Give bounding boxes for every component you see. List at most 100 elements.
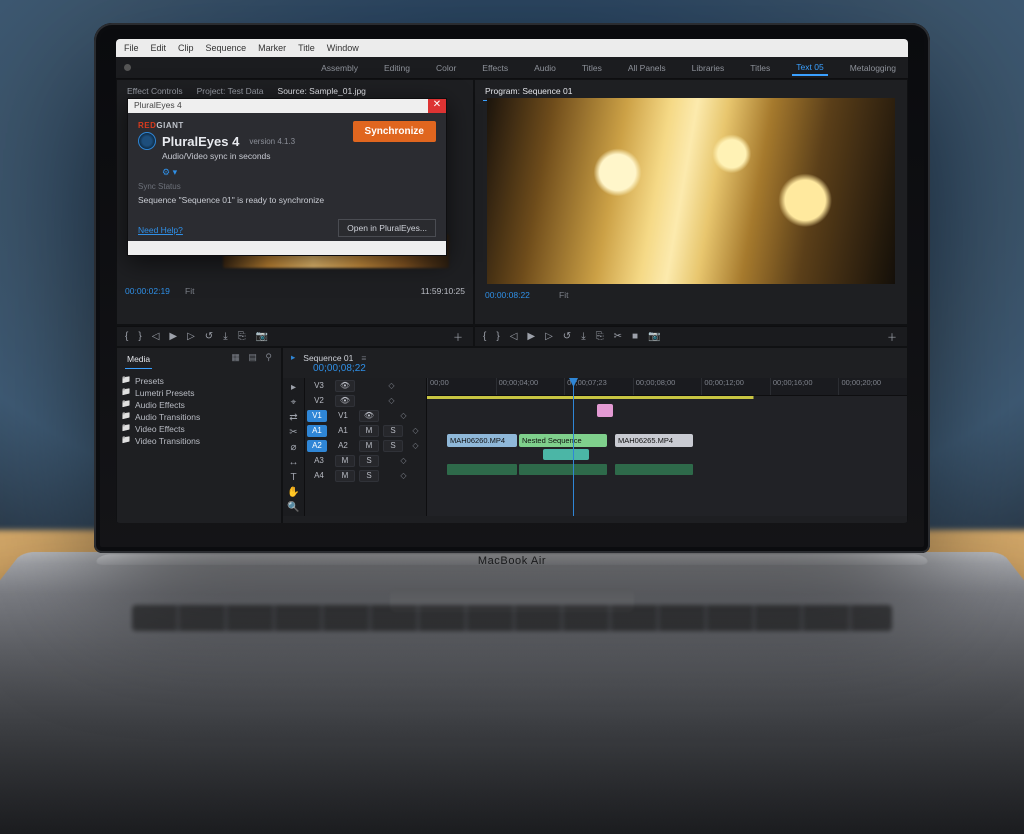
source-fit-label[interactable]: Fit [185,286,194,296]
ws-text05[interactable]: Text 05 [792,60,827,76]
clip-v1-a[interactable]: MAH06260.MP4 [447,434,517,447]
track-select-icon[interactable]: ⌖ [291,397,297,408]
ws-editing[interactable]: Editing [380,61,414,75]
folder-audio-effects[interactable]: Audio Effects [125,399,273,411]
ws-audio[interactable]: Audio [530,61,560,75]
track-row[interactable]: A4MS◇ [305,468,426,483]
play-icon[interactable]: ▶ [169,331,179,342]
tab-media[interactable]: Media [125,352,152,369]
razor-tool-icon[interactable]: ✂ [289,427,297,438]
ws-titles[interactable]: Titles [578,61,606,75]
project-view-icons[interactable]: ▦ ▤ ⚲ [231,352,275,363]
loop-icon[interactable]: ↺ [205,331,215,342]
track-row[interactable]: A3MS◇ [305,453,426,468]
stop-icon[interactable]: ■ [632,331,640,342]
ws-libraries[interactable]: Libraries [688,61,729,75]
add-button-icon[interactable]: ＋ [887,329,899,344]
track-row[interactable]: V3👁◇ [305,378,426,393]
mark-in-icon[interactable]: { [483,331,488,342]
clip-a1[interactable] [447,464,517,475]
step-fwd-icon[interactable]: ▷ [545,331,555,342]
clip-v1-c[interactable]: MAH06265.MP4 [615,434,693,447]
step-back-icon[interactable]: ◁ [152,331,162,342]
mark-out-icon[interactable]: } [496,331,501,342]
slip-tool-icon[interactable]: ⌀ [290,442,296,453]
ws-titles2[interactable]: Titles [746,61,774,75]
synchronize-button[interactable]: Synchronize [353,121,436,142]
work-area-bar[interactable] [427,396,907,399]
export-frame-icon[interactable]: 📷 [648,331,662,342]
mark-in-icon[interactable]: { [125,331,130,342]
lift-icon[interactable]: ⤓ [581,331,587,342]
track-row[interactable]: V2👁◇ [305,393,426,408]
help-link[interactable]: Need Help? [138,225,183,235]
folder-lumetri[interactable]: Lumetri Presets [125,387,273,399]
program-panel: Program: Sequence 01 00:00:08:22 Fit [474,79,908,325]
clip-nested[interactable] [543,449,589,460]
gear-icon[interactable]: ⚙ ▾ [162,167,436,178]
timeline-canvas[interactable]: 00;00 00;00;04;00 00;00;07;23 00;00;08;0… [427,378,907,516]
play-icon[interactable]: ▶ [527,331,537,342]
mark-out-icon[interactable]: } [138,331,143,342]
menu-marker[interactable]: Marker [258,43,286,53]
ws-assembly[interactable]: Assembly [317,61,362,75]
ws-color[interactable]: Color [432,61,460,75]
track-row[interactable]: V1V1👁◇ [305,408,426,423]
ws-allpanels[interactable]: All Panels [624,61,670,75]
track-row[interactable]: A1A1MS◇ [305,423,426,438]
menu-file[interactable]: File [124,43,139,53]
razor-icon[interactable]: ✂ [614,331,624,342]
folder-presets[interactable]: Presets [125,375,273,387]
menu-sequence[interactable]: Sequence [206,43,247,53]
step-fwd-icon[interactable]: ▷ [187,331,197,342]
hand-tool-icon[interactable]: ✋ [287,487,299,498]
workspace-bar: Assembly Editing Color Effects Audio Tit… [116,57,908,79]
clip-a2[interactable] [519,464,607,475]
menu-title[interactable]: Title [298,43,315,53]
folder-video-trans[interactable]: Video Transitions [125,435,273,447]
pluraleyes-dialog: PluralEyes 4 ✕ REDGIANT PluralEyes 4 ver… [127,98,447,256]
track-headers: V3👁◇ V2👁◇ V1V1👁◇ A1A1MS◇ A2A2MS◇ [305,378,427,516]
folder-video-effects[interactable]: Video Effects [125,423,273,435]
plugin-name: PluralEyes 4 [162,134,239,149]
program-fit-label[interactable]: Fit [559,290,568,300]
program-monitor[interactable] [487,98,895,284]
type-tool-icon[interactable]: T [290,472,296,483]
ws-effects[interactable]: Effects [478,61,512,75]
record-indicator-icon [124,64,131,71]
folder-audio-trans[interactable]: Audio Transitions [125,411,273,423]
close-icon[interactable]: ✕ [428,99,446,113]
clip-v3[interactable] [597,404,613,417]
ripple-tool-icon[interactable]: ⇄ [289,412,297,423]
loop-icon[interactable]: ↺ [563,331,573,342]
track-row[interactable]: A2A2MS◇ [305,438,426,453]
source-transport: { } ◁ ▶ ▷ ↺ ⤓ ⎘ 📷 ＋ [117,326,473,346]
menu-clip[interactable]: Clip [178,43,194,53]
sequence-tab[interactable]: Sequence 01 [303,353,353,363]
laptop-frame: File Edit Clip Sequence Marker Title Win… [94,23,930,553]
status-label: Sync Status [138,182,436,191]
extract-icon[interactable]: ⎘ [596,331,606,342]
time-ruler[interactable]: 00;00 00;00;04;00 00;00;07;23 00;00;08;0… [427,378,907,396]
sequence-menu-icon[interactable]: ≡ [361,353,366,363]
clip-v1-b[interactable]: Nested Sequence [519,434,607,447]
timeline-timecode[interactable]: 00;00;08;22 [283,363,907,378]
clip-a3[interactable] [615,464,693,475]
step-back-icon[interactable]: ◁ [510,331,520,342]
zoom-tool-icon[interactable]: 🔍 [287,502,299,513]
overwrite-icon[interactable]: ⎘ [238,331,248,342]
menu-edit[interactable]: Edit [151,43,167,53]
ws-metalogging[interactable]: Metalogging [846,61,900,75]
pen-tool-icon[interactable]: ↔ [289,457,299,468]
selection-tool-icon[interactable]: ▸ [291,382,296,393]
open-in-pluraleyes-button[interactable]: Open in PluralEyes... [338,219,436,237]
pluraleyes-logo-icon [138,132,156,150]
export-frame-icon[interactable]: 📷 [256,331,270,342]
source-timecode-in: 00:00:02:19 [125,286,170,296]
app-screen: File Edit Clip Sequence Marker Title Win… [116,39,908,523]
menu-window[interactable]: Window [327,43,359,53]
insert-icon[interactable]: ⤓ [223,331,229,342]
add-button-icon[interactable]: ＋ [453,329,465,344]
playhead[interactable] [573,378,574,516]
dialog-title: PluralEyes 4 [134,100,182,110]
